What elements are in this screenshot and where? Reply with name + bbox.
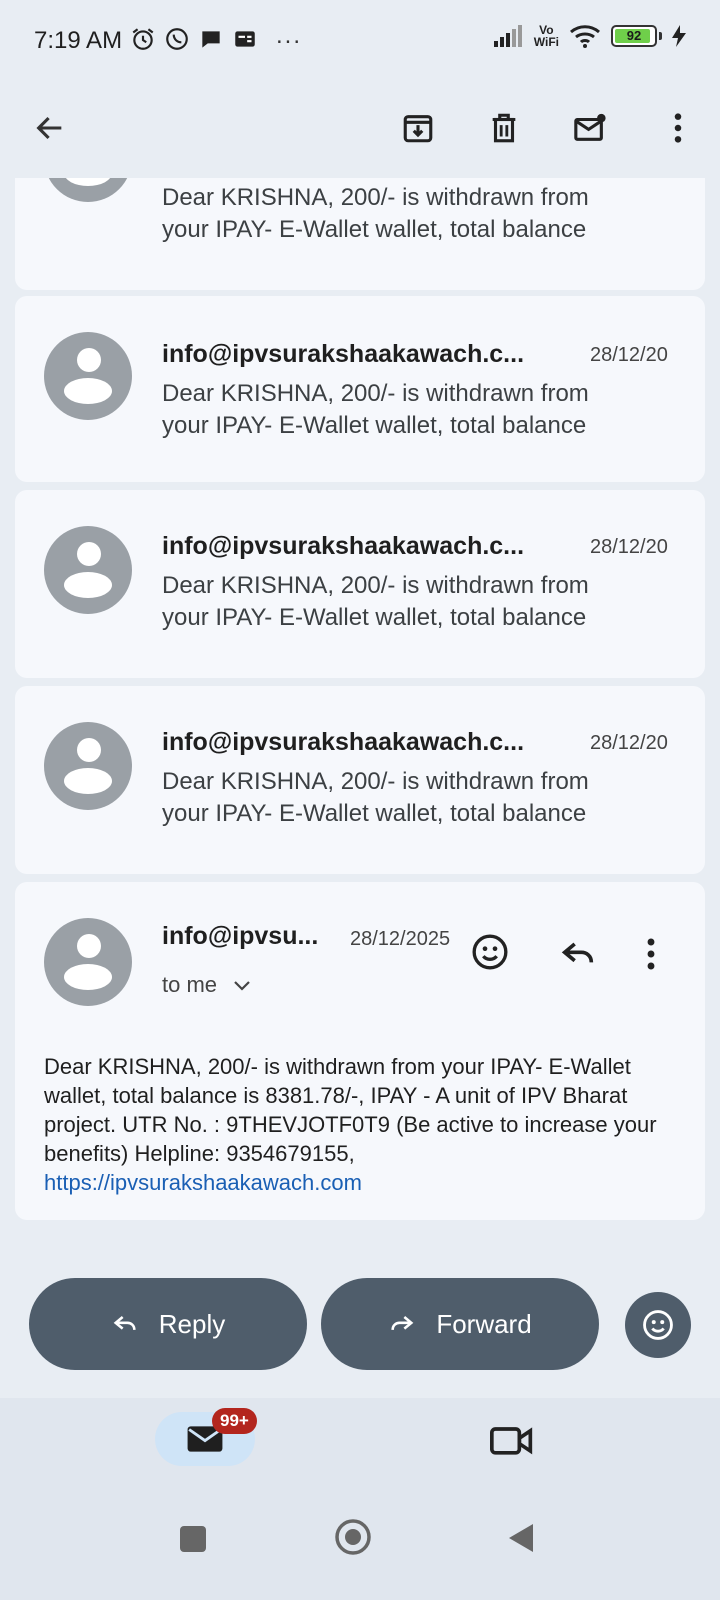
recents-icon[interactable] xyxy=(178,1524,208,1554)
video-camera-icon xyxy=(490,1427,533,1455)
meet-tab[interactable] xyxy=(490,1420,534,1460)
wifi-icon xyxy=(570,25,600,48)
more-vertical-icon xyxy=(647,938,655,970)
message-snippet: Dear KRISHNA, 200/- is withdrawn from yo… xyxy=(162,768,589,827)
message-date: 28/12/2025 xyxy=(350,928,451,950)
more-options-button[interactable] xyxy=(650,100,706,156)
email-toolbar xyxy=(0,80,720,178)
message-more-button[interactable] xyxy=(633,934,669,974)
message-body: Dear KRISHNA, 200/- is withdrawn from yo… xyxy=(44,1054,657,1195)
vowifi-indicator: Vo WiFi xyxy=(533,23,559,49)
whatsapp-icon xyxy=(166,28,188,50)
home-icon[interactable] xyxy=(334,1518,372,1556)
add-reaction-button[interactable] xyxy=(470,932,510,972)
smiley-icon xyxy=(472,934,508,970)
message-date: 28/12/20 xyxy=(590,344,668,366)
avatar xyxy=(44,722,132,810)
chevron-down-icon xyxy=(234,981,250,991)
reply-icon-button[interactable] xyxy=(558,934,598,974)
back-button[interactable] xyxy=(22,100,78,156)
status-bar: 7:19 AM ... Vo WiFi 92 xyxy=(0,0,720,80)
system-navigation-bar xyxy=(0,1488,720,1600)
avatar xyxy=(44,918,132,1006)
notification-icons xyxy=(130,26,258,52)
alarm-icon xyxy=(132,28,154,50)
conversation-thread: Dear KRISHNA, 200/- is withdrawn from yo… xyxy=(0,178,720,1258)
message-snippet: Dear KRISHNA, 200/- is withdrawn from yo… xyxy=(162,572,589,631)
charging-icon xyxy=(672,25,686,47)
avatar xyxy=(44,526,132,614)
status-time: 7:19 AM xyxy=(34,27,123,54)
forward-button[interactable]: Forward xyxy=(321,1278,599,1370)
mark-unread-button[interactable] xyxy=(562,100,618,156)
news-icon xyxy=(235,31,255,47)
message-snippet: Dear KRISHNA, 200/- is withdrawn from yo… xyxy=(162,380,589,439)
back-arrow-icon xyxy=(36,116,62,140)
collapsed-message[interactable]: info@ipvsurakshaakawach.c... 28/12/20 De… xyxy=(15,296,705,482)
collapsed-message[interactable]: info@ipvsurakshaakawach.c... 28/12/20 De… xyxy=(15,490,705,678)
message-date: 28/12/20 xyxy=(590,732,668,754)
recipient-details-toggle[interactable]: to me xyxy=(162,972,251,998)
battery-indicator: 92 xyxy=(611,25,657,47)
message-date: 28/12/20 xyxy=(590,536,668,558)
signal-icon xyxy=(493,25,522,47)
chat-bubble-icon xyxy=(202,31,220,48)
system-status-icons: Vo WiFi 92 xyxy=(493,23,686,49)
sender-name: info@ipvsurakshaakawach.c... xyxy=(162,728,525,756)
delete-button[interactable] xyxy=(476,100,532,156)
smiley-icon xyxy=(643,1310,673,1340)
reply-button[interactable]: Reply xyxy=(29,1278,307,1370)
website-link[interactable]: https://ipvsurakshaakawach.com xyxy=(44,1170,362,1195)
archive-icon xyxy=(403,115,433,143)
sender-name[interactable]: info@ipvsu... xyxy=(162,922,318,951)
message-snippet: Dear KRISHNA, 200/- is withdrawn from yo… xyxy=(162,184,589,243)
avatar xyxy=(44,178,132,202)
collapsed-message[interactable]: Dear KRISHNA, 200/- is withdrawn from yo… xyxy=(15,178,705,290)
reply-icon xyxy=(113,1316,136,1330)
expanded-message: info@ipvsu... 28/12/2025 to me Dear KRIS… xyxy=(15,882,705,1220)
emoji-react-button[interactable] xyxy=(625,1292,691,1358)
trash-icon xyxy=(492,113,516,143)
reply-icon xyxy=(561,942,594,963)
back-nav-icon[interactable] xyxy=(505,1522,535,1554)
reply-actions: Reply Forward xyxy=(0,1278,720,1398)
archive-button[interactable] xyxy=(390,100,446,156)
unread-count-badge: 99+ xyxy=(212,1408,257,1434)
collapsed-message[interactable]: info@ipvsurakshaakawach.c... 28/12/20 De… xyxy=(15,686,705,874)
sender-name: info@ipvsurakshaakawach.c... xyxy=(162,340,525,368)
avatar xyxy=(44,332,132,420)
more-vertical-icon xyxy=(674,113,682,143)
mail-unread-icon xyxy=(574,113,606,141)
more-notifications-icon: ... xyxy=(276,22,303,49)
forward-icon xyxy=(391,1316,414,1330)
bottom-navigation: 99+ xyxy=(0,1398,720,1488)
sender-name: info@ipvsurakshaakawach.c... xyxy=(162,532,525,560)
